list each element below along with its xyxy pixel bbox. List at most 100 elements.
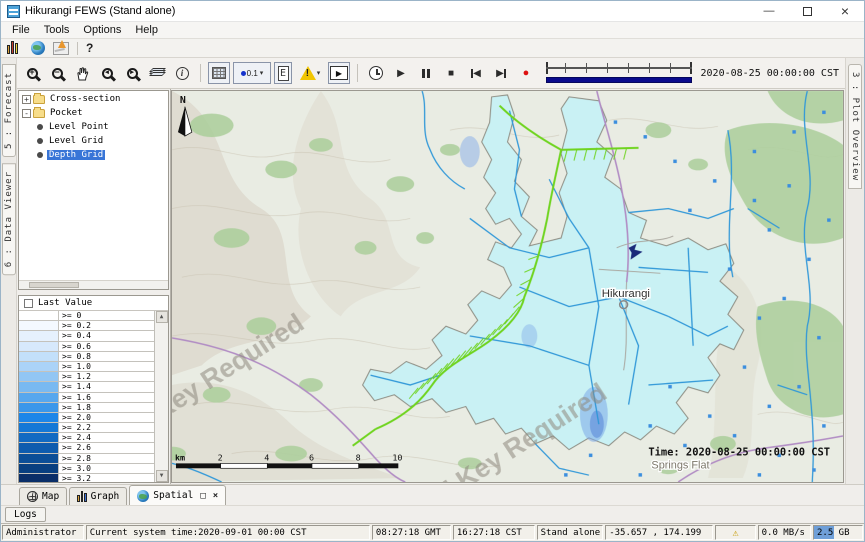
- map-view[interactable]: API Key Required API Key Required Hikura…: [171, 90, 844, 483]
- play-button[interactable]: ▶: [390, 62, 412, 84]
- pause-button[interactable]: [415, 62, 437, 84]
- logs-bar: Logs: [1, 505, 864, 523]
- tab-graph[interactable]: Graph: [69, 487, 127, 505]
- zoom-out-icon: −: [52, 68, 63, 79]
- tree-node-depth-grid[interactable]: Depth Grid: [19, 149, 168, 161]
- spatial-display-icon[interactable]: [53, 42, 69, 55]
- scroll-up-icon[interactable]: ▲: [156, 311, 168, 323]
- legend-swatch: [19, 331, 59, 340]
- chevron-down-icon: ▾: [317, 69, 321, 77]
- tree-horizontal-scrollbar[interactable]: [19, 280, 168, 289]
- svg-text:2: 2: [218, 452, 223, 462]
- tab-spatial[interactable]: Spatial □ ×: [129, 485, 226, 505]
- last-value-checkbox[interactable]: [24, 299, 33, 308]
- place-label: Springs Flat: [651, 459, 709, 471]
- panel-maximize-icon[interactable]: □: [200, 491, 205, 501]
- database-icon[interactable]: [7, 41, 23, 55]
- timer-icon: [369, 66, 383, 80]
- legend-row: >= 0: [19, 311, 154, 321]
- warning-icon: [300, 66, 316, 80]
- legend-swatch: [19, 352, 59, 361]
- legend-swatch: [19, 454, 59, 463]
- tab-forecast[interactable]: 5 : Forecast: [2, 64, 16, 157]
- layers-icon: [151, 70, 164, 76]
- legend-swatch: [19, 311, 59, 320]
- toolbar-separator: [200, 64, 201, 82]
- toolbar-separator: [77, 42, 78, 55]
- legend-row: >= 0.6: [19, 342, 154, 352]
- legend-scrollbar[interactable]: ▲ ▼: [155, 311, 168, 482]
- help-button[interactable]: ?: [86, 41, 93, 55]
- hand-icon: [75, 66, 90, 81]
- legend-swatch: [19, 382, 59, 391]
- maximize-icon: [803, 7, 812, 16]
- legend-swatch: [19, 321, 59, 330]
- stop-button[interactable]: ■: [440, 62, 462, 84]
- menu-help[interactable]: Help: [128, 23, 165, 37]
- menu-options[interactable]: Options: [76, 23, 128, 37]
- legend-swatch: [19, 342, 59, 351]
- info-button[interactable]: i: [171, 62, 193, 84]
- warning-icon: ⚠: [733, 528, 739, 539]
- menu-file[interactable]: File: [5, 23, 37, 37]
- zoom-previous-icon: ◂: [102, 68, 113, 79]
- pause-icon: [422, 69, 425, 78]
- last-value-label: Last Value: [38, 298, 92, 308]
- leaf-bullet-icon: [37, 138, 43, 144]
- thresholds-dropdown[interactable]: ▾: [295, 62, 325, 84]
- logs-tab[interactable]: Logs: [5, 507, 46, 522]
- legend-row: >= 0.2: [19, 321, 154, 331]
- close-button[interactable]: ×: [826, 1, 864, 21]
- legend-row: >= 1.8: [19, 403, 154, 413]
- layer-tree[interactable]: + Cross-section - Pocket Level Point: [18, 90, 169, 290]
- tree-node-pocket[interactable]: - Pocket: [19, 107, 168, 119]
- legend-swatch: [19, 443, 59, 452]
- layers-button[interactable]: [146, 62, 168, 84]
- point-size-value: 0.1: [247, 69, 258, 78]
- zoom-previous-button[interactable]: ◂: [96, 62, 118, 84]
- map-toolbar: + − ◂ ▸ i 0.1 ▾ E ▾: [17, 58, 845, 89]
- grid-toggle-button[interactable]: [208, 62, 230, 84]
- status-mode: Stand alone: [537, 525, 604, 540]
- bottom-tab-bar: Map Graph Spatial □ ×: [1, 484, 864, 505]
- status-bar: Administrator Current system time:2020-0…: [1, 523, 864, 541]
- animation-settings-button[interactable]: [365, 62, 387, 84]
- zoom-in-button[interactable]: +: [21, 62, 43, 84]
- window-title: Hikurangi FEWS (Stand alone): [25, 5, 175, 17]
- app-logo-icon: [7, 5, 20, 18]
- maximize-button[interactable]: [788, 1, 826, 21]
- panel-close-icon[interactable]: ×: [213, 491, 218, 501]
- pan-button[interactable]: [71, 62, 93, 84]
- skip-end-icon: [504, 69, 506, 78]
- folder-icon: [33, 95, 45, 104]
- expand-icon[interactable]: +: [22, 95, 31, 104]
- tab-data-viewer[interactable]: 6 : Data Viewer: [2, 163, 16, 275]
- menu-tools[interactable]: Tools: [37, 23, 77, 37]
- title-bar: Hikurangi FEWS (Stand alone) — ×: [1, 1, 864, 22]
- zoom-next-icon: ▸: [127, 68, 138, 79]
- svg-text:4: 4: [264, 452, 269, 462]
- zoom-next-button[interactable]: ▸: [121, 62, 143, 84]
- timeline-slider[interactable]: [544, 61, 694, 85]
- tree-node-level-point[interactable]: Level Point: [19, 121, 168, 133]
- status-system-time: Current system time:2020-09-01 00:00 CST: [86, 525, 370, 540]
- minimize-button[interactable]: —: [750, 1, 788, 21]
- tree-node-level-grid[interactable]: Level Grid: [19, 135, 168, 147]
- animation-window-button[interactable]: ▶: [328, 62, 350, 84]
- tab-plot-overview[interactable]: 3 : Plot Overview: [848, 64, 862, 189]
- record-button[interactable]: ●: [515, 62, 537, 84]
- scroll-down-icon[interactable]: ▼: [156, 470, 168, 482]
- tree-node-cross-section[interactable]: + Cross-section: [19, 93, 168, 105]
- status-gmt-time: 08:27:18 GMT: [372, 525, 451, 540]
- scale-toggle-button[interactable]: E: [274, 62, 292, 84]
- legend-swatch: [19, 413, 59, 422]
- skip-to-end-button[interactable]: ▶: [490, 62, 512, 84]
- status-download-speed: 0.0 MB/s: [758, 525, 811, 540]
- point-size-dropdown[interactable]: 0.1 ▾: [233, 62, 271, 84]
- tab-map[interactable]: Map: [19, 487, 67, 505]
- map-display-icon[interactable]: [31, 41, 45, 55]
- zoom-out-button[interactable]: −: [46, 62, 68, 84]
- status-warning-cell: ⚠: [715, 525, 755, 540]
- collapse-icon[interactable]: -: [22, 109, 31, 118]
- skip-to-start-button[interactable]: ◀: [465, 62, 487, 84]
